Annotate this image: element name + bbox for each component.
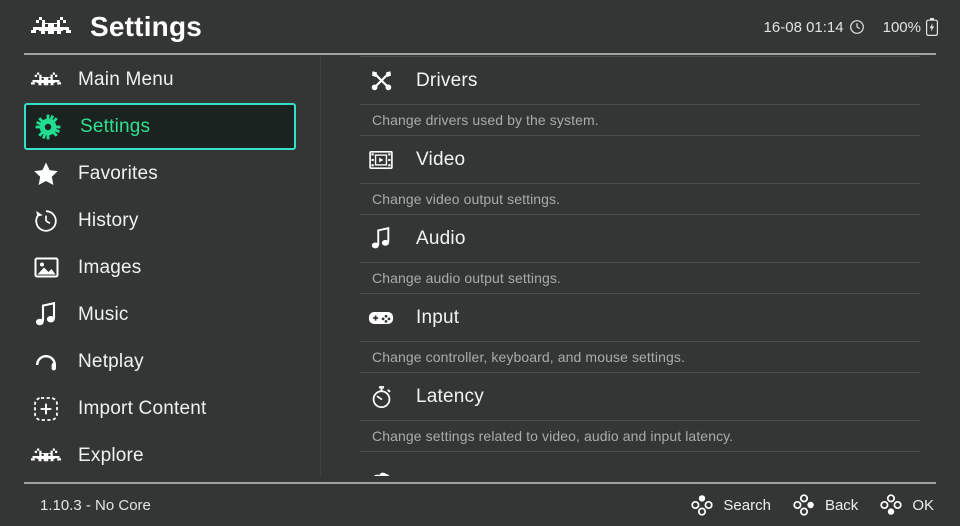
entry-description: Change audio output settings. (372, 270, 561, 286)
entry-label: Video (416, 148, 466, 170)
sidebar-item-explore[interactable]: Explore (24, 432, 296, 476)
retroarch-settings-screen: Settings 16-08 01:14 100% Main Menu Sett… (0, 0, 960, 526)
sidebar-item-history[interactable]: History (24, 197, 296, 244)
retro-invader-icon (24, 70, 68, 90)
film-icon (360, 150, 402, 170)
header-divider (24, 53, 936, 55)
sidebar-item-label: History (78, 209, 139, 231)
sidebar-item-netplay[interactable]: Netplay (24, 338, 296, 385)
settings-description-latency: Change settings related to video, audio … (360, 421, 920, 451)
music-note-icon (24, 301, 68, 328)
footer-action-label: Back (824, 496, 859, 514)
version-status: 1.10.3 - No Core (40, 496, 151, 514)
panel-divider (320, 56, 321, 476)
settings-entry-next-clipped[interactable] (360, 452, 920, 476)
settings-entry-video[interactable]: Video (360, 136, 920, 183)
sidebar-item-label: Settings (80, 115, 151, 137)
settings-entry-audio[interactable]: Audio (360, 215, 920, 262)
stopwatch-icon (360, 385, 402, 409)
footer-action-label: OK (912, 496, 934, 514)
retro-invader-icon (30, 12, 72, 42)
settings-list: Drivers Change drivers used by the syste… (360, 56, 920, 476)
gamepad-icon (360, 309, 402, 327)
dpad-right-icon (793, 494, 815, 516)
header-status-area: 16-08 01:14 100% (764, 18, 938, 36)
sidebar-item-label: Images (78, 256, 142, 278)
battery-icon (926, 18, 938, 36)
gear-icon (26, 114, 70, 140)
sidebar-item-label: Import Content (78, 397, 207, 419)
settings-description-video: Change video output settings. (360, 184, 920, 214)
sidebar-item-images[interactable]: Images (24, 244, 296, 291)
entry-description: Change settings related to video, audio … (372, 428, 734, 444)
app-header: Settings 16-08 01:14 100% (0, 0, 960, 54)
sidebar-item-main-menu[interactable]: Main Menu (24, 56, 296, 103)
sidebar-item-settings[interactable]: Settings (24, 103, 296, 150)
sidebar-item-label: Music (78, 303, 129, 325)
settings-description-audio: Change audio output settings. (360, 263, 920, 293)
plus-square-icon (24, 396, 68, 422)
clock-display: 16-08 01:14 (764, 19, 865, 36)
entry-description: Change drivers used by the system. (372, 112, 599, 128)
netplay-headset-icon (24, 349, 68, 375)
retro-invader-icon (24, 446, 68, 466)
sidebar-nav: Main Menu Settings Favorites History Ima… (0, 56, 320, 476)
sidebar-item-label: Favorites (78, 162, 158, 184)
footer-actions: Search Back OK (669, 494, 934, 516)
settings-entry-input[interactable]: Input (360, 294, 920, 341)
entry-label: Latency (416, 385, 484, 407)
settings-description-drivers: Change drivers used by the system. (360, 105, 920, 135)
footer-action-back[interactable]: Back (793, 494, 858, 516)
sidebar-item-import-content[interactable]: Import Content (24, 385, 296, 432)
entry-label: Audio (416, 227, 466, 249)
history-clock-icon (24, 208, 68, 234)
battery-display: 100% (883, 18, 938, 36)
footer-action-label: Search (723, 496, 771, 514)
dpad-down-icon (880, 494, 902, 516)
image-icon (24, 255, 68, 280)
page-title: Settings (90, 11, 203, 42)
battery-text: 100% (882, 18, 921, 36)
entry-label: Input (416, 306, 460, 328)
footer-action-ok[interactable]: OK (880, 494, 934, 516)
settings-entry-latency[interactable]: Latency (360, 373, 920, 420)
sidebar-item-music[interactable]: Music (24, 291, 296, 338)
sidebar-item-favorites[interactable]: Favorites (24, 150, 296, 197)
sidebar-item-label: Netplay (78, 350, 144, 372)
settings-entry-drivers[interactable]: Drivers (360, 57, 920, 104)
star-icon (24, 161, 68, 187)
entry-label: Drivers (416, 69, 478, 91)
app-footer: 1.10.3 - No Core Search Back OK (0, 484, 960, 526)
music-note-icon (360, 226, 402, 251)
clock-text: 16-08 01:14 (763, 18, 844, 36)
sidebar-item-label: Explore (78, 444, 144, 466)
settings-description-input: Change controller, keyboard, and mouse s… (360, 342, 920, 372)
tools-icon (360, 69, 402, 92)
footer-action-search[interactable]: Search (691, 494, 771, 516)
sidebar-item-label: Main Menu (78, 68, 174, 90)
clipped-icon (360, 466, 402, 476)
dpad-up-icon (691, 494, 714, 516)
entry-description: Change controller, keyboard, and mouse s… (372, 349, 685, 365)
entry-description: Change video output settings. (372, 191, 561, 207)
clock-icon (849, 19, 865, 35)
